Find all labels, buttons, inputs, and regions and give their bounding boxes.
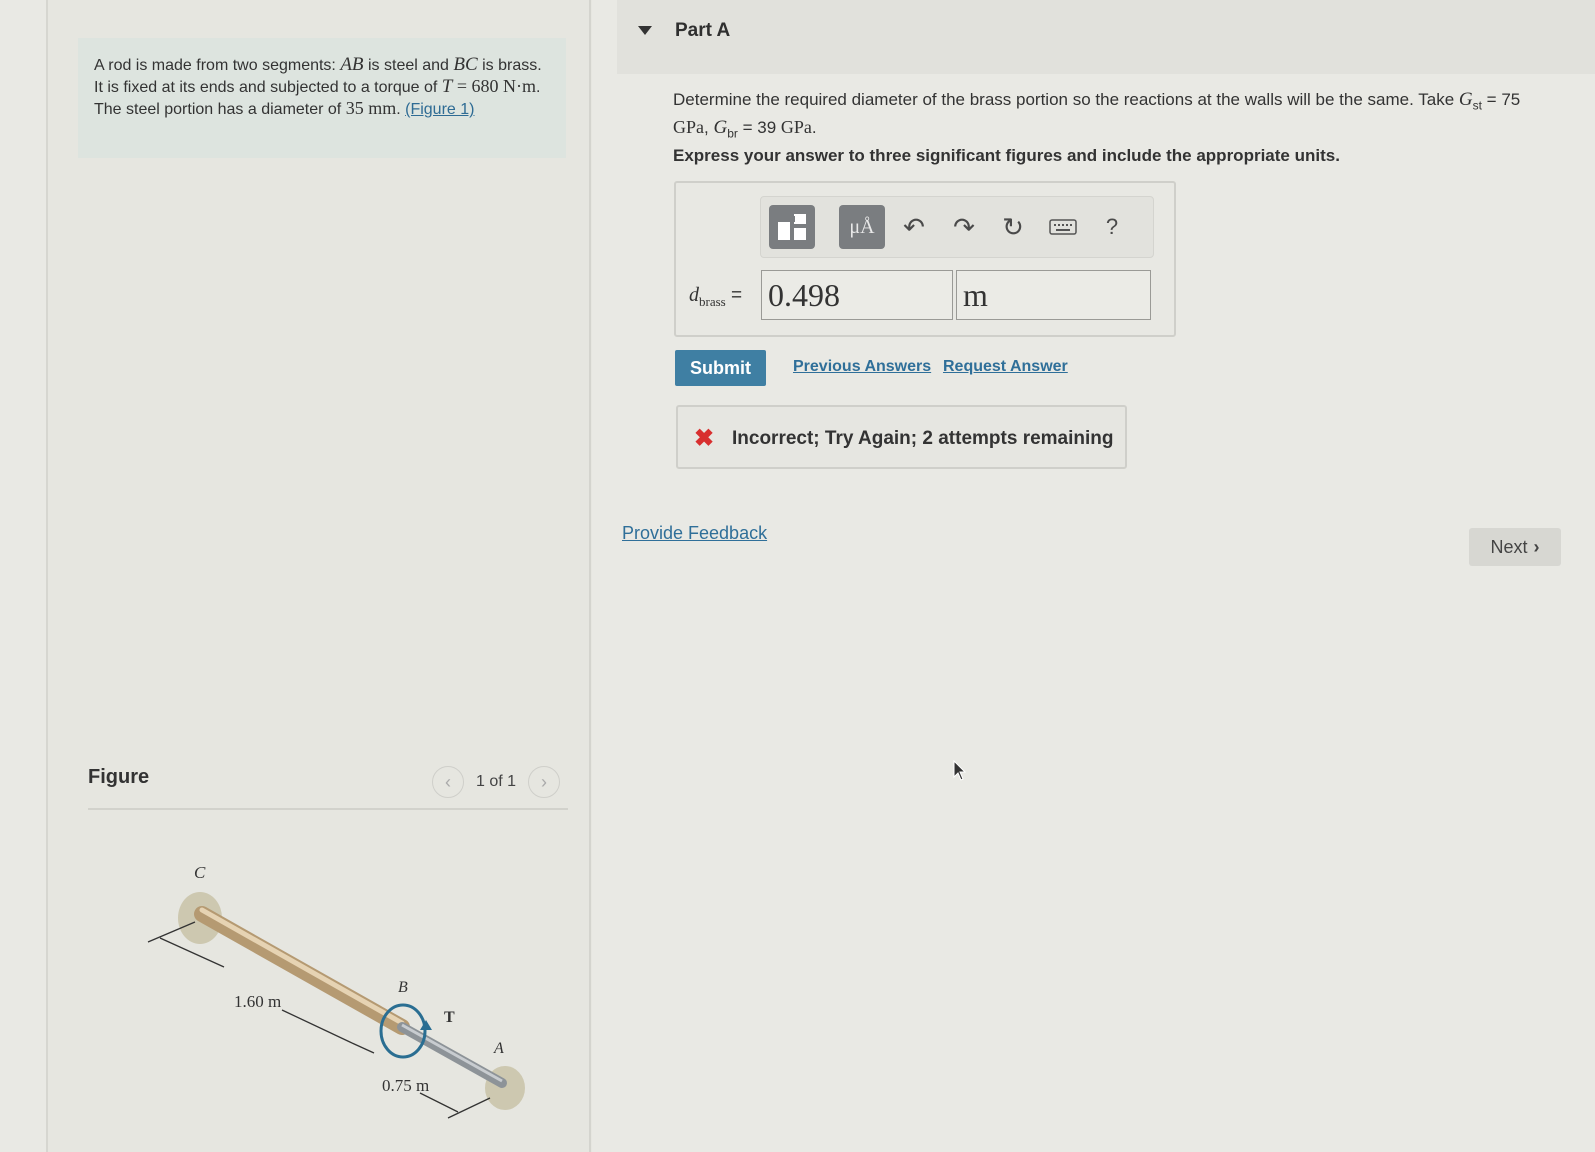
part-header[interactable] xyxy=(617,0,1595,74)
label-a: A xyxy=(493,1040,504,1057)
chevron-left-icon[interactable]: ‹ xyxy=(432,766,464,798)
templates-icon[interactable] xyxy=(769,205,815,249)
units-button[interactable]: μÅ xyxy=(839,205,885,249)
undo-icon[interactable]: ↶ xyxy=(899,211,929,243)
provide-feedback-link[interactable]: Provide Feedback xyxy=(622,523,767,544)
reset-icon[interactable]: ↻ xyxy=(998,211,1028,243)
panel-divider xyxy=(589,0,591,1152)
figure-page-count: 1 of 1 xyxy=(476,773,517,790)
figure-divider xyxy=(88,808,568,810)
help-icon[interactable]: ? xyxy=(1097,211,1127,243)
part-title[interactable]: Part A xyxy=(675,20,730,42)
question-text: Determine the required diameter of the b… xyxy=(673,89,1521,141)
previous-answers-link[interactable]: Previous Answers xyxy=(793,358,931,376)
brass-segment xyxy=(194,906,410,1035)
submit-button[interactable]: Submit xyxy=(675,350,766,386)
math-toolbar: μÅ ↶ ↷ ↻ ? xyxy=(760,196,1154,258)
figure-title: Figure xyxy=(88,766,150,788)
length-bc: 1.60 m xyxy=(234,992,281,1011)
request-answer-link[interactable]: Request Answer xyxy=(943,358,1068,376)
redo-icon[interactable]: ↷ xyxy=(949,211,979,243)
keyboard-icon[interactable] xyxy=(1048,211,1078,243)
figure-link[interactable]: (Figure 1) xyxy=(405,101,474,118)
label-c: C xyxy=(194,863,206,882)
rod-figure: C B T A 1.60 m 0.75 m xyxy=(147,863,525,1119)
x-icon: ✖ xyxy=(694,425,715,452)
answer-value-input[interactable]: 0.498 xyxy=(761,270,953,320)
label-t: T xyxy=(444,1009,455,1026)
problem-statement: A rod is made from two segments: AB is s… xyxy=(78,38,566,158)
caret-down-icon[interactable] xyxy=(638,26,652,35)
answer-variable-label: dbrass = xyxy=(689,284,743,309)
chevron-right-icon[interactable]: › xyxy=(528,766,561,798)
mouse-cursor-icon xyxy=(953,760,967,781)
steel-segment xyxy=(397,1022,507,1088)
chevron-right-icon: › xyxy=(1533,536,1540,557)
length-ab: 0.75 m xyxy=(382,1076,429,1095)
answer-unit-input[interactable]: m xyxy=(956,270,1151,320)
next-button[interactable]: Next › xyxy=(1469,528,1561,566)
instruction-text: Express your answer to three significant… xyxy=(673,146,1340,165)
feedback-message: Incorrect; Try Again; 2 attempts remaini… xyxy=(732,428,1114,449)
label-b: B xyxy=(398,979,408,996)
figure-pager: ‹ 1 of 1 › xyxy=(432,766,561,798)
